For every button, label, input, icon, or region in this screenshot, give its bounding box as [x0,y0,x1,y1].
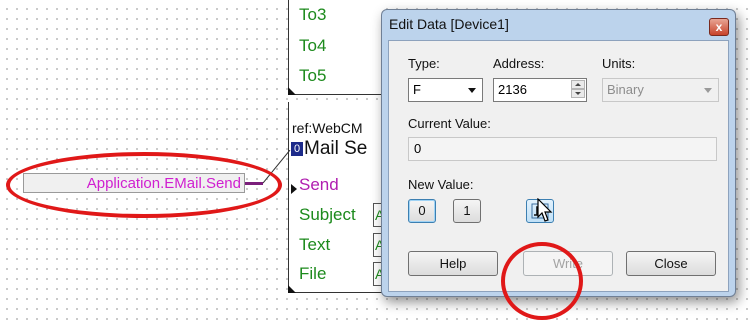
block-title: Mail Se [304,138,368,159]
function-block-email[interactable]: ref:WebCM 0 Mail Se Send Subject A Text … [288,102,387,293]
pin-to3[interactable]: To3 [299,5,326,25]
cursor-icon [537,198,553,222]
block-corner-icon [288,87,296,95]
dialog-title: Edit Data [Device1] [389,16,509,32]
new-value-zero-button[interactable]: 0 [408,199,436,223]
spin-down-icon[interactable] [571,89,585,98]
pin-to5[interactable]: To5 [299,66,326,86]
units-select-value: Binary [607,82,644,97]
pin-file[interactable]: File [299,264,326,284]
pin-subject[interactable]: Subject [299,205,356,225]
units-label: Units: [602,56,636,71]
new-value-one-button[interactable]: 1 [453,199,481,223]
diagram-canvas[interactable]: To3 To4 To5 ref:WebCM 0 Mail Se Send Sub… [0,0,750,320]
address-spinner[interactable] [571,80,585,100]
address-input[interactable]: 2136 [493,78,587,102]
annotation-oval-tag [6,152,282,218]
type-select-value: F [413,82,421,97]
current-value-label: Current Value: [408,116,491,131]
block-ref-label: ref:WebCM [292,120,363,136]
pin-to4[interactable]: To4 [299,36,326,56]
type-label: Type: [408,56,440,71]
units-select: Binary [602,78,719,102]
spin-up-icon[interactable] [571,80,585,89]
function-block-outputs[interactable]: To3 To4 To5 [288,0,385,95]
chevron-down-icon [704,88,712,93]
address-label: Address: [493,56,545,71]
close-button[interactable]: Close [626,251,716,276]
current-value-field: 0 [408,137,717,161]
pin-send[interactable]: Send [299,175,339,195]
pin-text[interactable]: Text [299,235,330,255]
help-button[interactable]: Help [408,251,498,276]
annotation-oval-write [501,242,583,320]
block-corner-icon [288,285,296,293]
new-value-label: New Value: [408,177,474,192]
address-input-value: 2136 [498,82,527,97]
chevron-down-icon [468,88,476,93]
type-select[interactable]: F [408,78,483,102]
close-icon[interactable]: x [709,18,729,36]
